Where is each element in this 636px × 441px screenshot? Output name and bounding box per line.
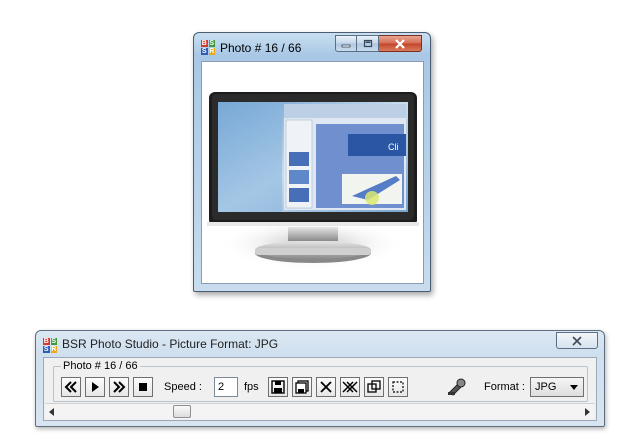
format-label: Format :	[484, 381, 525, 393]
logo-letter: S	[43, 346, 50, 353]
logo-letter: S	[50, 338, 57, 345]
resize-icon	[367, 380, 381, 393]
settings-button[interactable]	[446, 376, 468, 398]
play-icon	[92, 382, 99, 392]
chevron-down-icon	[570, 385, 578, 390]
minimize-icon	[341, 44, 351, 47]
close-button[interactable]	[379, 35, 422, 52]
close-icon	[395, 38, 405, 49]
logo-letter: S	[208, 40, 215, 47]
speed-input[interactable]	[214, 377, 238, 397]
save-icon	[271, 380, 285, 394]
horizontal-scrollbar[interactable]	[45, 403, 594, 419]
logo-letter: B	[201, 40, 208, 47]
group-label: Photo # 16 / 66	[61, 360, 140, 372]
close-button[interactable]	[556, 332, 598, 349]
delete-all-button[interactable]	[340, 377, 360, 397]
minimize-button[interactable]	[335, 35, 357, 52]
rewind-icon	[64, 381, 77, 393]
save-button[interactable]	[268, 377, 288, 397]
speed-label: Speed :	[164, 381, 202, 393]
format-value: JPG	[535, 381, 557, 393]
maximize-icon	[363, 39, 372, 48]
monitor-photo: Cli	[207, 92, 419, 270]
maximize-button[interactable]	[357, 35, 379, 52]
select-region-button[interactable]	[388, 377, 408, 397]
toolbar-client: Photo # 16 / 66 Speed : fps	[43, 357, 597, 421]
scroll-thumb[interactable]	[173, 405, 191, 418]
bsr-logo-icon: B S S R	[201, 40, 215, 55]
close-icon	[572, 335, 582, 346]
delete-all-icon	[342, 381, 358, 393]
scroll-left-icon[interactable]	[49, 408, 54, 416]
save-copy-icon	[295, 380, 309, 394]
toolbar-window: B S S R BSR Photo Studio - Picture Forma…	[35, 330, 605, 427]
scroll-right-icon[interactable]	[585, 408, 590, 416]
first-photo-button[interactable]	[61, 377, 81, 397]
next-photo-button[interactable]	[109, 377, 129, 397]
monitor-stand-neck	[288, 227, 338, 241]
photo-canvas: Cli	[201, 61, 424, 284]
play-button[interactable]	[85, 377, 105, 397]
save-copy-button[interactable]	[292, 377, 312, 397]
photo-window: B S S R Photo # 16 / 66 Cli	[193, 32, 431, 292]
photo-window-title: Photo # 16 / 66	[220, 41, 302, 55]
delete-button[interactable]	[316, 377, 336, 397]
caption-buttons	[556, 332, 598, 349]
logo-letter: R	[50, 346, 57, 353]
logo-letter: S	[201, 48, 208, 55]
delete-icon	[320, 381, 332, 393]
settings-icon	[448, 378, 466, 396]
fps-label: fps	[244, 381, 259, 393]
photo-controls-group: Photo # 16 / 66 Speed : fps	[53, 360, 588, 402]
stop-icon	[139, 383, 147, 391]
caption-buttons	[335, 35, 422, 52]
logo-letter: B	[43, 338, 50, 345]
fast-forward-icon	[113, 381, 126, 393]
select-region-icon	[392, 381, 404, 393]
toolbar-window-title: BSR Photo Studio - Picture Format: JPG	[62, 337, 279, 351]
format-select[interactable]: JPG	[530, 377, 584, 397]
stop-button[interactable]	[133, 377, 153, 397]
resize-button[interactable]	[364, 377, 384, 397]
bsr-logo-icon: B S S R	[43, 338, 57, 353]
logo-letter: R	[208, 48, 215, 55]
